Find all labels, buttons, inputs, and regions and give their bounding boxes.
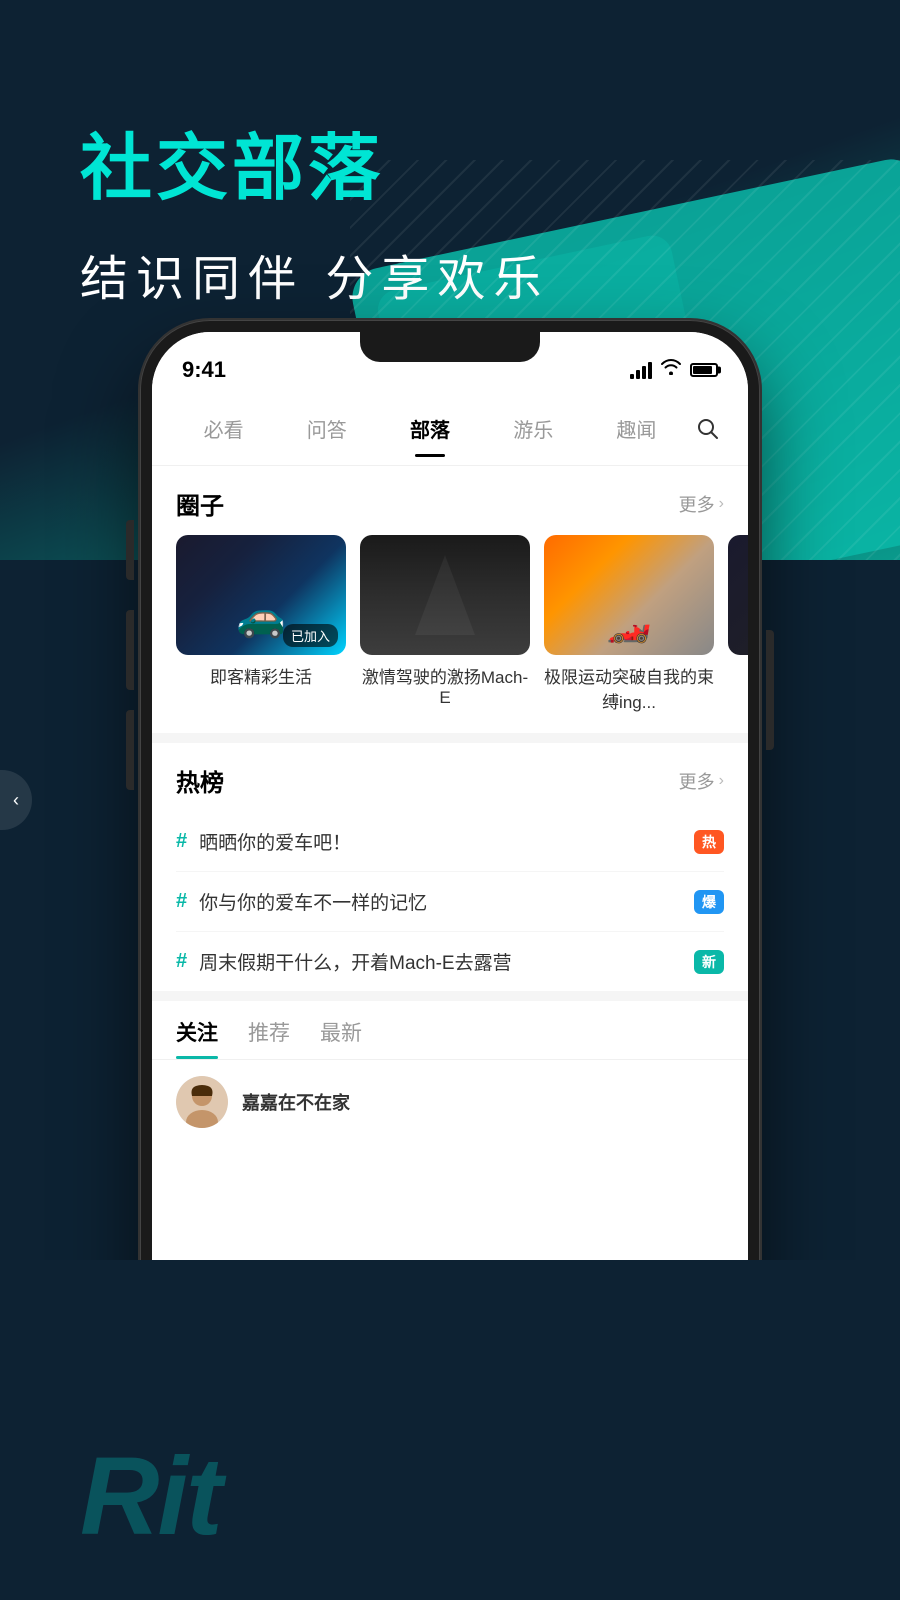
edge-arrow[interactable]: ‹ [0,770,32,830]
hot-tag-3: 新 [694,950,724,974]
circle-card-3[interactable]: 极限运动突破自我的束缚ing... [544,535,714,713]
battery-icon [690,363,718,377]
hot-item-2[interactable]: # 你与你的爱车不一样的记忆 爆 [176,872,724,932]
sub-tabs: 关注 推荐 最新 [152,1001,748,1060]
hero-title: 社交部落 [80,130,549,209]
navigation-tabs: 必看 问答 部落 游乐 趣闻 [152,392,748,466]
hot-text-2: 你与你的爱车不一样的记忆 [199,888,684,915]
hot-tag-1: 热 [694,830,724,854]
circle-card-2[interactable]: 激情驾驶的激扬Mach-E [360,535,530,713]
tab-quxun[interactable]: 趣闻 [585,402,688,455]
circles-row: 已加入 即客精彩生活 激情驾驶的激扬Mach-E 极限运动突破 [152,535,748,733]
signal-icon [630,361,652,379]
volume-up-button [126,610,134,690]
hero-section: 社交部落 结识同伴 分享欢乐 [80,130,549,309]
circle-image-4 [728,535,748,655]
hash-icon-1: # [176,830,187,853]
circle-name-2: 激情驾驶的激扬Mach-E [360,663,530,708]
hot-text-3: 周末假期干什么，开着Mach-E去露营 [199,948,684,975]
section-divider-2 [152,991,748,1001]
circles-section-header: 圈子 更多 › [152,466,748,535]
section-divider-1 [152,733,748,743]
rit-logo-text: Rit [80,1433,221,1560]
status-time: 9:41 [182,357,226,383]
circle-card-1[interactable]: 已加入 即客精彩生活 [176,535,346,713]
hot-section-header: 热榜 更多 › [152,743,748,812]
main-content: 圈子 更多 › 已加入 即客精彩生活 [152,466,748,1144]
hot-item-3[interactable]: # 周末假期干什么，开着Mach-E去露营 新 [176,932,724,991]
sub-tab-tuijian[interactable]: 推荐 [248,1017,290,1059]
hot-title: 热榜 [176,763,224,798]
circle-card-4 [728,535,748,713]
phone-notch [360,332,540,362]
post-preview[interactable]: 嘉嘉在不在家 [152,1060,748,1144]
hot-more-button[interactable]: 更多 › [679,768,724,794]
circle-image-3 [544,535,714,655]
search-button[interactable] [688,418,728,440]
avatar [176,1076,228,1128]
wifi-icon [660,359,682,380]
circle-name-1: 即客精彩生活 [176,663,346,688]
tab-biikan[interactable]: 必看 [172,402,275,455]
volume-down-button [126,710,134,790]
hot-text-1: 晒晒你的爱车吧！ [199,828,684,855]
sub-tab-guanzhu[interactable]: 关注 [176,1017,218,1059]
tab-wenda[interactable]: 问答 [275,402,378,455]
volume-silent-button [126,520,134,580]
hash-icon-3: # [176,950,187,973]
circle-image-2 [360,535,530,655]
circle-name-3: 极限运动突破自我的束缚ing... [544,663,714,713]
circle-image-1: 已加入 [176,535,346,655]
hot-list: # 晒晒你的爱车吧！ 热 # 你与你的爱车不一样的记忆 爆 # 周末假期干什么，… [152,812,748,991]
tab-youle[interactable]: 游乐 [482,402,585,455]
circles-more-chevron: › [719,495,724,513]
status-icons [630,359,718,380]
hero-subtitle: 结识同伴 分享欢乐 [80,239,549,309]
hot-item-1[interactable]: # 晒晒你的爱车吧！ 热 [176,812,724,872]
bottom-area: Rit [0,1260,900,1600]
post-username: 嘉嘉在不在家 [242,1089,350,1115]
hash-icon-2: # [176,890,187,913]
power-button [766,630,774,750]
circles-more-button[interactable]: 更多 › [679,491,724,517]
tab-buluo[interactable]: 部落 [378,402,481,455]
circles-title: 圈子 [176,486,224,521]
hot-more-chevron: › [719,772,724,790]
hot-tag-2: 爆 [694,890,724,914]
circle-badge-1: 已加入 [283,624,338,647]
sub-tab-zuixin[interactable]: 最新 [320,1017,362,1059]
